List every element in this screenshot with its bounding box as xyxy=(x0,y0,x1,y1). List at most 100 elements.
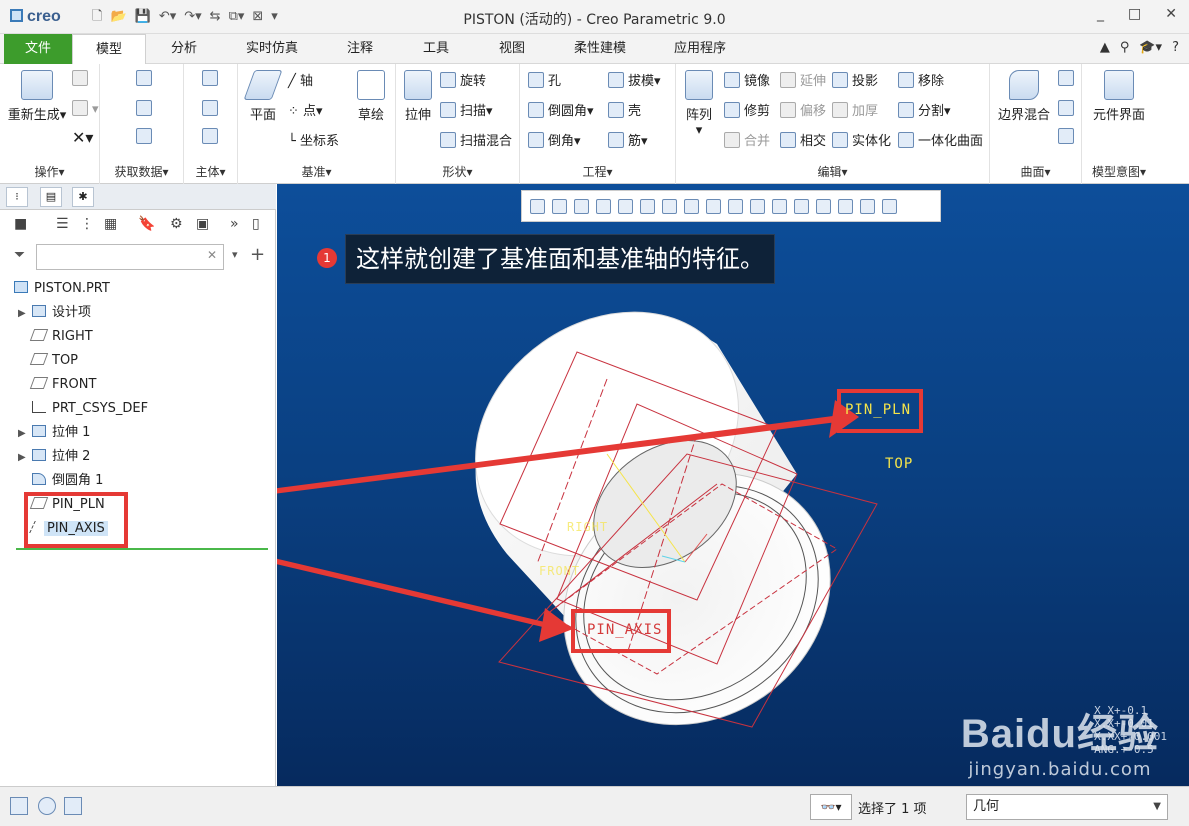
group-label-get-data[interactable]: 获取数据▾ xyxy=(100,163,183,180)
show-navigator-icon[interactable] xyxy=(10,797,28,815)
tree-item-round-1[interactable]: 倒圆角 1 xyxy=(32,470,103,492)
graphics-window[interactable]: 1 这样就创建了基准面和基准轴的特征。 PIN_PLN TOP RIGHT FR… xyxy=(277,184,1189,786)
shrinkwrap-icon[interactable] xyxy=(136,128,156,145)
datum-point-button[interactable]: ⁘ 点▾ xyxy=(288,100,323,119)
cube-icon[interactable]: ■ xyxy=(14,216,27,232)
close-button[interactable]: ✕ xyxy=(1165,6,1177,22)
component-interface-button[interactable]: 元件界面 xyxy=(1086,70,1152,123)
chamfer-button[interactable]: 倒角▾ xyxy=(528,130,581,149)
revolve-button[interactable]: 旋转 xyxy=(440,70,486,89)
settings-icon[interactable]: ⚙ xyxy=(170,216,183,232)
paste-icon[interactable]: ▾ xyxy=(72,100,99,117)
tab-annotate[interactable]: 注释 xyxy=(332,34,388,64)
boundary-blend-button[interactable]: 边界混合 xyxy=(996,70,1052,123)
tab-file[interactable]: 文件 xyxy=(4,34,72,64)
show-icon[interactable]: ▣ xyxy=(196,216,209,232)
sketch-button[interactable]: 草绘 xyxy=(352,70,390,123)
rib-button[interactable]: 筋▾ xyxy=(608,130,648,149)
chevron-down-icon[interactable]: ▾ xyxy=(232,248,238,261)
collapse-ribbon-icon[interactable]: ▲ xyxy=(1100,40,1110,55)
columns-icon[interactable]: ⋮ xyxy=(80,216,94,232)
hole-button[interactable]: 孔 xyxy=(528,70,561,89)
tree-search-input[interactable]: ✕ xyxy=(36,244,224,270)
tab-view[interactable]: 视图 xyxy=(484,34,540,64)
folder-browser-tab-icon[interactable]: ▤ xyxy=(40,187,62,207)
insert-indicator[interactable] xyxy=(16,548,268,550)
body-new-icon[interactable] xyxy=(202,128,222,145)
intersect-button[interactable]: 相交 xyxy=(780,130,826,149)
piston-model[interactable] xyxy=(277,184,1189,786)
tree-item-right[interactable]: RIGHT xyxy=(29,326,93,348)
expand-arrow-icon[interactable]: ▶ xyxy=(18,423,32,445)
clear-icon[interactable]: ✕ xyxy=(207,248,217,262)
merge-button[interactable]: 合并 xyxy=(724,130,770,149)
tree-item-top[interactable]: TOP xyxy=(29,350,78,372)
group-label-datum[interactable]: 基准▾ xyxy=(238,163,395,180)
fill-icon[interactable] xyxy=(1058,70,1078,87)
mirror-button[interactable]: 镜像 xyxy=(724,70,770,89)
tab-analysis[interactable]: 分析 xyxy=(156,34,212,64)
draft-button[interactable]: 拔模▾ xyxy=(608,70,661,89)
group-label-engineering[interactable]: 工程▾ xyxy=(520,163,675,180)
group-label-editing[interactable]: 编辑▾ xyxy=(676,163,989,180)
favorites-tab-icon[interactable]: ✱ xyxy=(72,187,94,207)
tab-model[interactable]: 模型 xyxy=(72,34,146,65)
notes-icon[interactable]: ▯ xyxy=(252,216,260,232)
csys-button[interactable]: └ 坐标系 xyxy=(288,130,339,149)
round-button[interactable]: 倒圆角▾ xyxy=(528,100,594,119)
group-label-operations[interactable]: 操作▾ xyxy=(0,163,99,180)
remove-button[interactable]: 移除 xyxy=(898,70,944,89)
tree-item-extrude-2[interactable]: ▶ 拉伸 2 xyxy=(18,446,90,468)
tree-item-front[interactable]: FRONT xyxy=(29,374,96,396)
extrude-button[interactable]: 拉伸 xyxy=(400,70,436,123)
list-icon[interactable]: ☰ xyxy=(56,216,69,232)
help-icon[interactable]: ? xyxy=(1172,40,1179,55)
swept-blend-button[interactable]: 扫描混合 xyxy=(440,130,512,149)
user-defined-feature-icon[interactable] xyxy=(136,70,156,87)
tree-item-extrude-1[interactable]: ▶ 拉伸 1 xyxy=(18,422,90,444)
regenerate-button[interactable]: 重新生成▾ xyxy=(6,70,68,123)
sweep-button[interactable]: 扫描▾ xyxy=(440,100,493,119)
browser-icon[interactable] xyxy=(38,797,56,815)
group-label-model-intent[interactable]: 模型意图▾ xyxy=(1082,163,1156,180)
datum-plane-button[interactable]: 平面 xyxy=(243,70,283,123)
minimize-button[interactable]: _ xyxy=(1097,6,1104,22)
delete-icon[interactable]: ✕▾ xyxy=(72,128,93,147)
tree-filter-icon[interactable]: ▦ xyxy=(104,216,117,232)
add-icon[interactable]: + xyxy=(250,244,265,265)
tab-applications[interactable]: 应用程序 xyxy=(660,34,740,64)
freestyle-icon[interactable] xyxy=(1058,128,1078,145)
tree-item-part[interactable]: PISTON.PRT xyxy=(14,278,110,300)
body-split-icon[interactable] xyxy=(202,100,222,117)
group-label-body[interactable]: 主体▾ xyxy=(184,163,237,180)
more-icon[interactable]: » xyxy=(230,216,239,232)
thicken-button[interactable]: 加厚 xyxy=(832,100,878,119)
unify-surfaces-button[interactable]: 一体化曲面 xyxy=(898,130,983,149)
search-icon[interactable]: ⚲ xyxy=(1120,40,1130,55)
tree-item-design-items[interactable]: ▶ 设计项 xyxy=(18,302,91,324)
maximize-button[interactable]: □ xyxy=(1128,6,1141,22)
group-label-surfaces[interactable]: 曲面▾ xyxy=(990,163,1081,180)
split-button[interactable]: 分割▾ xyxy=(898,100,951,119)
tab-tools[interactable]: 工具 xyxy=(408,34,464,64)
solidify-button[interactable]: 实体化 xyxy=(832,130,891,149)
offset-button[interactable]: 偏移 xyxy=(780,100,826,119)
find-button[interactable]: 👓▾ xyxy=(810,794,852,820)
tab-flexible-modeling[interactable]: 柔性建模 xyxy=(560,34,640,64)
selection-filter-select[interactable]: 几何 ▼ xyxy=(966,794,1168,820)
bookmark-icon[interactable]: 🔖 xyxy=(138,216,155,232)
copy-geometry-icon[interactable] xyxy=(136,100,156,117)
pattern-button[interactable]: 阵列 ▾ xyxy=(682,70,716,138)
group-label-shapes[interactable]: 形状▾ xyxy=(396,163,519,180)
extend-button[interactable]: 延伸 xyxy=(780,70,826,89)
project-button[interactable]: 投影 xyxy=(832,70,878,89)
datum-axis-button[interactable]: ╱ 轴 xyxy=(288,70,313,89)
expand-arrow-icon[interactable]: ▶ xyxy=(18,303,32,325)
tab-live-simulation[interactable]: 实时仿真 xyxy=(232,34,312,64)
body-icon[interactable] xyxy=(202,70,222,87)
style-icon[interactable] xyxy=(1058,100,1078,117)
expand-arrow-icon[interactable]: ▶ xyxy=(18,447,32,469)
tree-item-csys[interactable]: PRT_CSYS_DEF xyxy=(32,398,148,420)
full-screen-icon[interactable] xyxy=(64,797,82,815)
graduation-cap-icon[interactable]: 🎓▾ xyxy=(1139,40,1162,55)
